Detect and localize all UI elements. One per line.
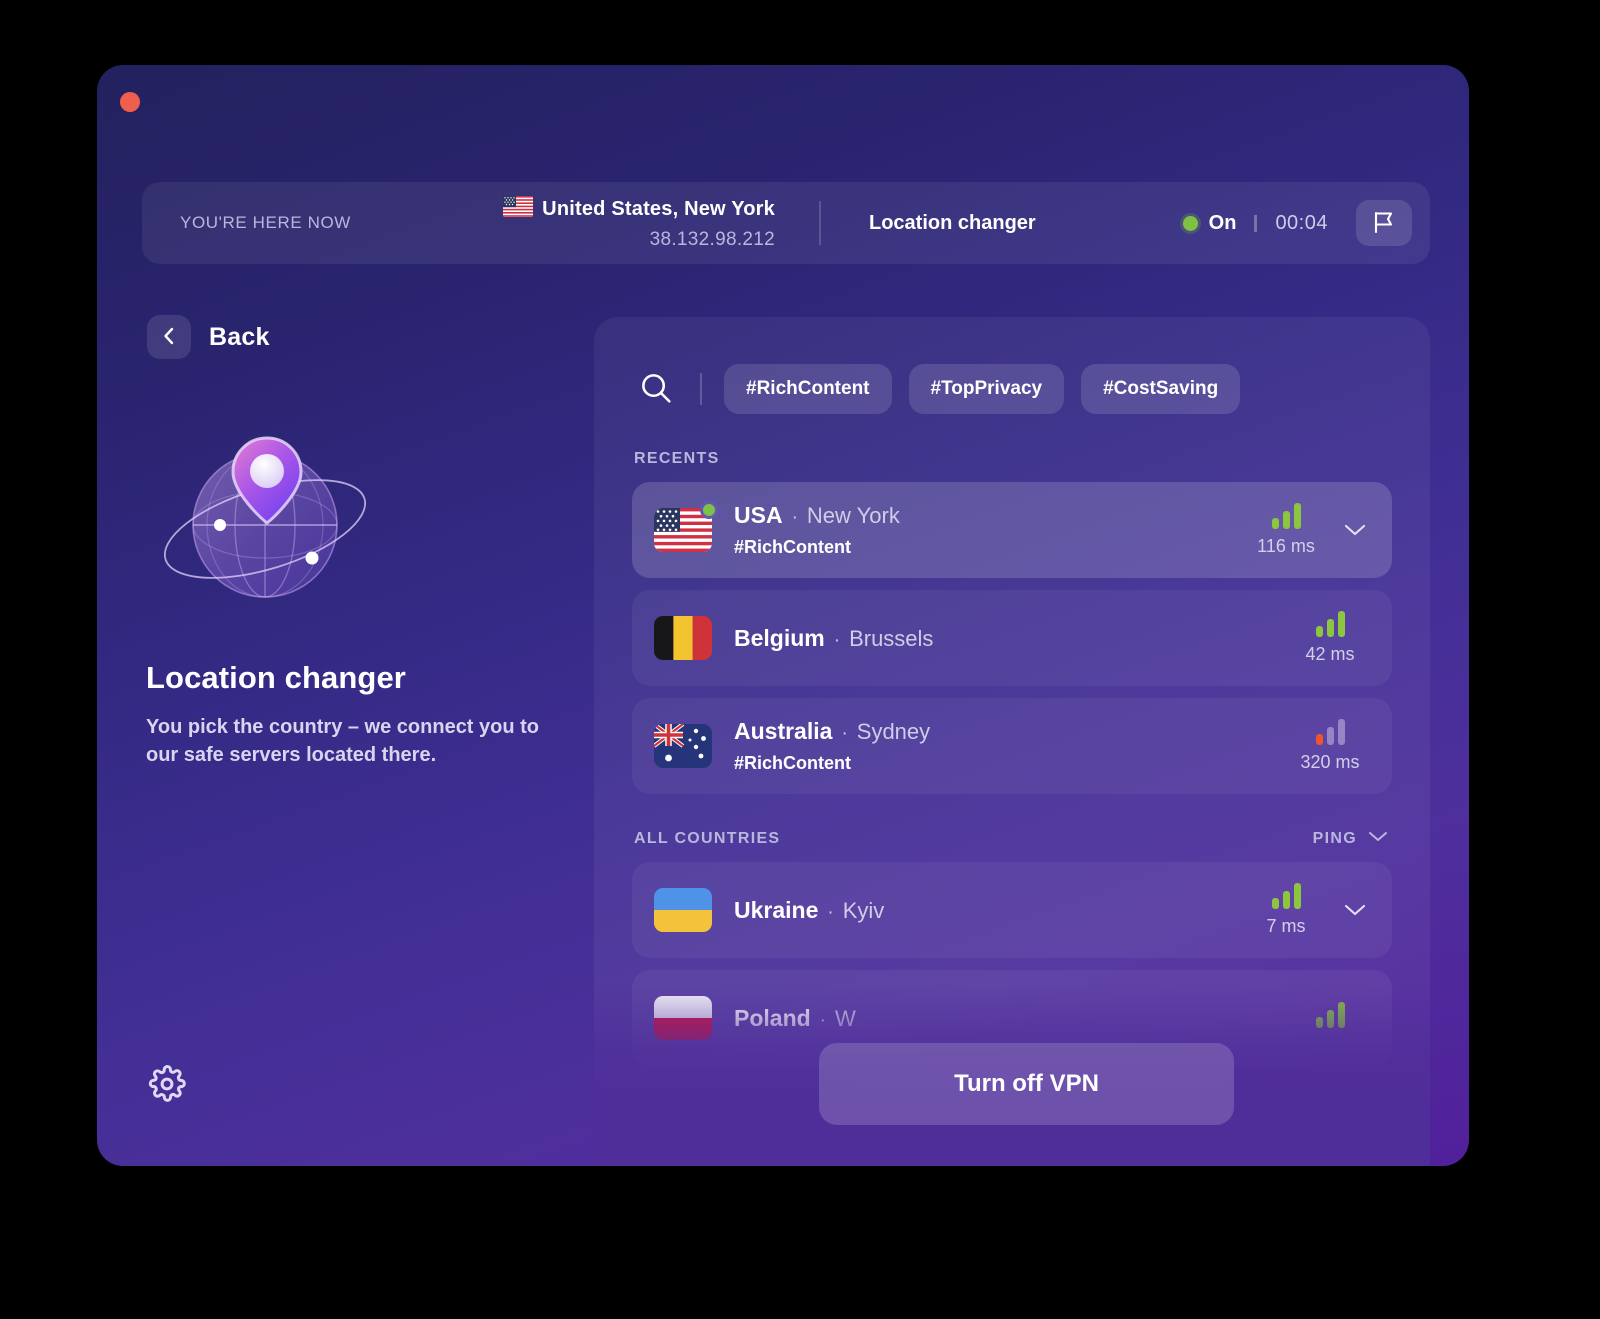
settings-button[interactable] — [145, 1063, 189, 1107]
list-item[interactable]: Ukraine · Kyiv 7 ms — [632, 862, 1392, 958]
signal-bars-icon — [1248, 503, 1324, 529]
country-tag: #RichContent — [734, 753, 851, 773]
search-button[interactable] — [634, 367, 678, 411]
turn-off-vpn-button[interactable]: Turn off VPN — [819, 1043, 1234, 1125]
city-name: New York — [806, 503, 900, 528]
globe-pin-illustration — [152, 405, 382, 605]
status-led-icon — [1182, 215, 1198, 231]
be-flag-icon — [654, 616, 712, 660]
filter-tag-topprivacy[interactable]: #TopPrivacy — [908, 364, 1065, 414]
list-item-text: Australia · Sydney #RichContent — [734, 718, 1292, 774]
all-countries-title: ALL COUNTRIES — [634, 830, 781, 847]
ping-indicator — [1292, 1001, 1368, 1035]
app-window: YOU'RE HERE NOW United States, New York … — [97, 65, 1469, 1166]
search-separator — [700, 373, 702, 405]
back-navigation[interactable]: Back — [147, 315, 270, 359]
filter-tag-richcontent[interactable]: #RichContent — [724, 364, 892, 414]
flag-icon — [1373, 210, 1395, 237]
name-separator: · — [841, 723, 848, 744]
name-separator: · — [827, 901, 834, 923]
us-flag-icon — [654, 501, 718, 552]
country-name: Ukraine — [734, 896, 819, 923]
status-bar: YOU'RE HERE NOW United States, New York … — [142, 182, 1430, 264]
page-title: Location changer — [146, 660, 406, 695]
vpn-state-label: On — [1208, 211, 1237, 234]
name-separator: · — [819, 1009, 826, 1031]
page-description: You pick the country – we connect you to… — [146, 716, 540, 766]
au-flag-icon — [654, 724, 712, 768]
list-item-text: USA · New York #RichContent — [734, 502, 1248, 558]
chevron-down-icon — [1368, 830, 1388, 848]
ping-indicator: 116 ms — [1248, 503, 1324, 557]
name-separator: · — [791, 507, 798, 528]
chevron-left-icon — [161, 326, 177, 349]
country-name: USA — [734, 502, 783, 528]
ping-value: 320 ms — [1300, 752, 1360, 772]
sort-label: PING — [1312, 830, 1357, 847]
ping-indicator: 42 ms — [1292, 611, 1368, 665]
ping-value: 116 ms — [1257, 536, 1315, 556]
current-location-name: United States, New York — [542, 197, 775, 220]
vpn-state: On 00:04 — [1182, 211, 1332, 235]
here-now-label: YOU'RE HERE NOW — [180, 213, 351, 232]
session-timer: 00:04 — [1275, 211, 1328, 234]
list-item-meta — [1292, 1001, 1368, 1035]
status-feature-name: Location changer — [869, 211, 1036, 234]
gear-icon — [148, 1064, 186, 1106]
recents-title: RECENTS — [634, 450, 720, 467]
filter-tag-costsaving[interactable]: #CostSaving — [1081, 364, 1241, 414]
ping-value: 7 ms — [1266, 916, 1306, 936]
list-item-text: Belgium · Brussels — [734, 625, 1292, 652]
state-separator — [1254, 214, 1258, 232]
list-item-text: Ukraine · Kyiv — [734, 897, 1248, 924]
all-countries-list: Ukraine · Kyiv 7 ms Poland · W — [594, 862, 1430, 1066]
city-name: Brussels — [849, 625, 934, 651]
country-name: Poland — [734, 1004, 811, 1031]
city-name: Sydney — [856, 719, 931, 744]
close-window-button[interactable] — [120, 92, 140, 112]
back-button[interactable] — [147, 315, 191, 359]
recents-list: USA · New York #RichContent 116 ms Belgi… — [594, 482, 1430, 794]
country-name: Belgium — [734, 624, 825, 651]
signal-bars-icon — [1292, 719, 1368, 745]
signal-bars-icon — [1292, 611, 1368, 637]
sort-by-ping-control[interactable]: PING — [1313, 830, 1388, 848]
online-status-dot — [700, 501, 718, 519]
name-separator: · — [833, 629, 841, 651]
list-item-meta: 320 ms — [1292, 719, 1368, 773]
current-ip-address: 38.132.98.212 — [649, 228, 775, 250]
server-list-panel: #RichContent #TopPrivacy #CostSaving REC… — [594, 317, 1430, 1166]
list-item-meta: 116 ms — [1248, 503, 1368, 557]
current-location: United States, New York 38.132.98.212 — [472, 195, 777, 251]
chevron-down-icon[interactable] — [1342, 523, 1368, 537]
back-label: Back — [209, 322, 270, 351]
country-name: Australia — [734, 718, 833, 744]
list-item-meta: 7 ms — [1248, 883, 1368, 937]
chevron-down-icon[interactable] — [1342, 903, 1368, 917]
ping-indicator: 320 ms — [1292, 719, 1368, 773]
ua-flag-icon — [654, 888, 712, 932]
us-flag-icon — [503, 195, 534, 223]
flag-button[interactable] — [1356, 200, 1412, 246]
search-and-tags-row: #RichContent #TopPrivacy #CostSaving — [594, 317, 1430, 414]
ping-value: 42 ms — [1305, 644, 1355, 664]
signal-bars-icon — [1248, 883, 1324, 909]
city-name: Kyiv — [842, 897, 885, 923]
all-countries-section-header: ALL COUNTRIES PING — [594, 830, 1430, 848]
list-item[interactable]: Australia · Sydney #RichContent 320 ms — [632, 698, 1392, 794]
city-name: W — [835, 1005, 856, 1031]
recents-section-header: RECENTS — [594, 450, 1430, 468]
signal-bars-icon — [1292, 1001, 1368, 1028]
list-item-meta: 42 ms — [1292, 611, 1368, 665]
country-tag: #RichContent — [734, 537, 851, 557]
search-icon — [639, 371, 673, 408]
pl-flag-icon — [654, 996, 712, 1040]
list-item-text: Poland · W — [734, 1005, 1292, 1032]
list-item[interactable]: Belgium · Brussels 42 ms — [632, 590, 1392, 686]
list-item[interactable]: USA · New York #RichContent 116 ms — [632, 482, 1392, 578]
ping-indicator: 7 ms — [1248, 883, 1324, 937]
